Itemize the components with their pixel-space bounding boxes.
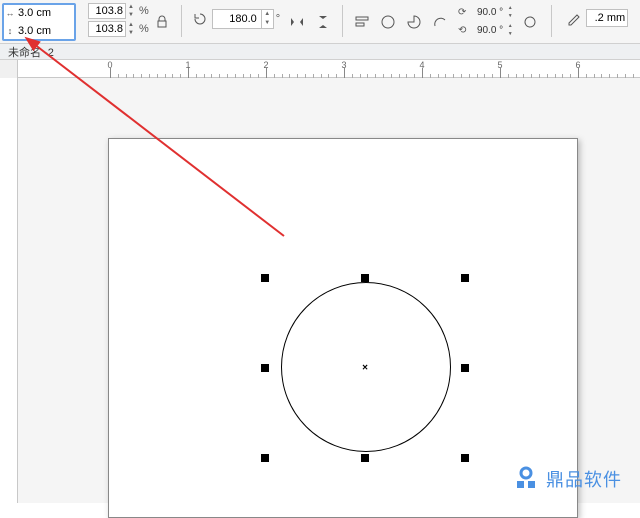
- outline-width-group: [566, 9, 628, 27]
- rotation-input[interactable]: [213, 10, 261, 28]
- spinner-icon[interactable]: ▲▼: [126, 3, 136, 19]
- start-angle-icon: ⟳: [455, 7, 469, 18]
- start-angle-value[interactable]: 90.0 °: [469, 7, 503, 18]
- mirror-h-icon: [289, 14, 305, 30]
- vertical-ruler[interactable]: [0, 78, 18, 503]
- height-icon: ↕: [4, 23, 16, 39]
- mirror-horizontal-button[interactable]: [286, 11, 308, 33]
- separator: [551, 5, 552, 37]
- rotate-icon: [192, 11, 208, 27]
- arc-icon: [432, 14, 448, 30]
- mirror-v-icon: [315, 14, 331, 30]
- canvas-area[interactable]: ×: [18, 78, 640, 503]
- resize-handle-bm[interactable]: [361, 454, 369, 462]
- pie-icon: [406, 14, 422, 30]
- percent-label: %: [139, 5, 149, 17]
- scale-group: ▲▼ % ▲▼ %: [88, 3, 149, 37]
- resize-handle-mr[interactable]: [461, 364, 469, 372]
- resize-handle-tr[interactable]: [461, 274, 469, 282]
- workspace: ×: [0, 78, 640, 503]
- spinner-icon[interactable]: ▲▼: [505, 22, 515, 38]
- height-input[interactable]: [16, 23, 74, 39]
- watermark-logo-icon: [512, 465, 540, 493]
- horizontal-ruler[interactable]: 01234567: [0, 60, 640, 78]
- spinner-icon[interactable]: ▲▼: [505, 4, 515, 20]
- align-button[interactable]: [351, 11, 373, 33]
- rotation-group: ▲▼ °: [192, 9, 280, 29]
- selection-center-marker: ×: [362, 363, 368, 374]
- percent-label: %: [139, 23, 149, 35]
- arc-angles-group: ⟳ 90.0 ° ▲▼ ⟲ 90.0 ° ▲▼: [455, 3, 515, 39]
- spinner-icon[interactable]: ▲▼: [126, 21, 136, 37]
- width-icon: ↔: [4, 5, 16, 21]
- degree-label: °: [276, 13, 280, 25]
- align-icon: [354, 14, 370, 30]
- width-input[interactable]: [16, 5, 74, 21]
- resize-handle-bl[interactable]: [261, 454, 269, 462]
- property-toolbar: ↔ ↕ ▲▼ % ▲▼ % ▲▼ °: [0, 0, 640, 44]
- swap-direction-button[interactable]: [519, 11, 541, 33]
- resize-handle-tl[interactable]: [261, 274, 269, 282]
- scale-y-input[interactable]: [88, 21, 126, 37]
- separator: [342, 5, 343, 37]
- resize-handle-tm[interactable]: [361, 274, 369, 282]
- scale-x-input[interactable]: [88, 3, 126, 19]
- rotation-spinner[interactable]: ▲▼: [261, 10, 273, 28]
- watermark: 鼎品软件: [512, 465, 622, 493]
- outline-width-input[interactable]: [586, 9, 628, 27]
- pen-icon: [566, 10, 582, 26]
- selection-bounding-box[interactable]: ×: [265, 278, 465, 458]
- resize-handle-br[interactable]: [461, 454, 469, 462]
- resize-handle-ml[interactable]: [261, 364, 269, 372]
- lock-icon: [154, 14, 170, 30]
- object-size-group: ↔ ↕: [2, 3, 76, 41]
- end-angle-value[interactable]: 90.0 °: [469, 25, 503, 36]
- end-angle-icon: ⟲: [455, 25, 469, 36]
- ellipse-icon: [380, 14, 396, 30]
- separator: [181, 5, 182, 37]
- document-tab[interactable]: 未命名 -2: [0, 44, 62, 60]
- lock-ratio-button[interactable]: [151, 11, 173, 33]
- ellipse-tool-button[interactable]: [377, 11, 399, 33]
- mirror-vertical-button[interactable]: [312, 11, 334, 33]
- pie-tool-button[interactable]: [403, 11, 425, 33]
- watermark-text: 鼎品软件: [546, 466, 622, 492]
- arc-tool-button[interactable]: [429, 11, 451, 33]
- ruler-corner: [0, 60, 18, 78]
- swap-icon: [522, 14, 538, 30]
- document-tabs: 未命名 -2: [0, 44, 640, 60]
